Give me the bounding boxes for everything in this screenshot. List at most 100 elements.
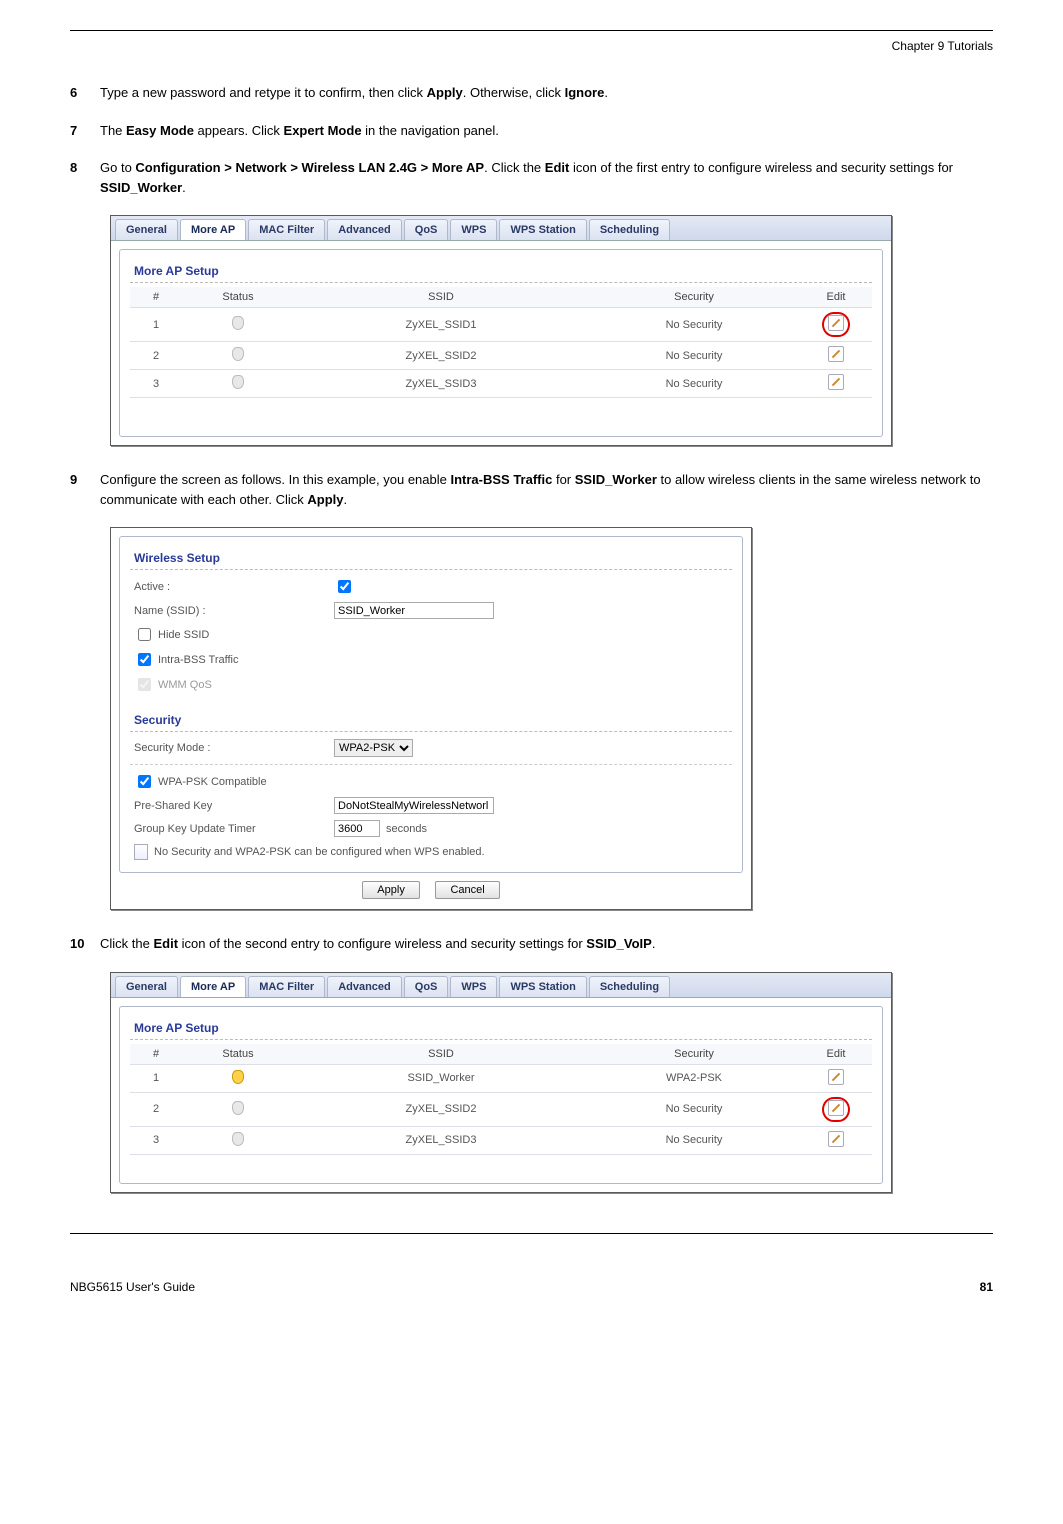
step-text: Go to Configuration > Network > Wireless… — [100, 158, 993, 197]
wmm-checkbox — [138, 678, 151, 691]
name-ssid-label: Name (SSID) : — [134, 605, 334, 617]
active-label: Active : — [134, 581, 334, 593]
table-row: 1 SSID_Worker WPA2-PSK — [130, 1064, 872, 1092]
cell-security: No Security — [588, 1092, 800, 1126]
cell-num: 2 — [130, 342, 182, 370]
tab-qos[interactable]: QoS — [404, 976, 449, 997]
cancel-button[interactable]: Cancel — [435, 881, 499, 899]
cell-security: No Security — [588, 308, 800, 342]
text: Type a new password and retype it to con… — [100, 85, 427, 100]
tab-bar: General More AP MAC Filter Advanced QoS … — [111, 216, 891, 241]
cell-num: 3 — [130, 1126, 182, 1154]
tab-wps-station[interactable]: WPS Station — [499, 219, 586, 240]
text: Click the — [100, 936, 153, 951]
step-text: Configure the screen as follows. In this… — [100, 470, 993, 509]
cell-num: 1 — [130, 1064, 182, 1092]
cell-ssid: ZyXEL_SSID2 — [294, 342, 588, 370]
tab-scheduling[interactable]: Scheduling — [589, 219, 670, 240]
footer-guide: NBG5615 User's Guide — [70, 1280, 195, 1294]
active-checkbox[interactable] — [338, 580, 351, 593]
cell-ssid: SSID_Worker — [294, 1064, 588, 1092]
step-8: 8 Go to Configuration > Network > Wirele… — [70, 158, 993, 197]
security-mode-select[interactable]: WPA2-PSK — [334, 739, 413, 757]
step-text: The Easy Mode appears. Click Expert Mode… — [100, 121, 993, 141]
tab-mac-filter[interactable]: MAC Filter — [248, 976, 325, 997]
tab-wps[interactable]: WPS — [450, 976, 497, 997]
tab-wps[interactable]: WPS — [450, 219, 497, 240]
tab-wps-station[interactable]: WPS Station — [499, 976, 586, 997]
text: . — [182, 180, 186, 195]
step-number: 10 — [70, 934, 100, 954]
col-num: # — [130, 1044, 182, 1065]
tab-general[interactable]: General — [115, 219, 178, 240]
tab-qos[interactable]: QoS — [404, 219, 449, 240]
edit-icon[interactable] — [828, 315, 844, 331]
name-ssid-input[interactable] — [334, 602, 494, 619]
step-10: 10 Click the Edit icon of the second ent… — [70, 934, 993, 954]
bold: SSID_Worker — [100, 180, 182, 195]
text: appears. Click — [194, 123, 284, 138]
note-icon — [134, 844, 148, 860]
cell-ssid: ZyXEL_SSID2 — [294, 1092, 588, 1126]
section-title: More AP Setup — [130, 258, 872, 283]
edit-icon[interactable] — [828, 1131, 844, 1147]
bold: Configuration > Network > Wireless LAN 2… — [135, 160, 484, 175]
col-edit: Edit — [800, 1044, 872, 1065]
bold: Apply — [427, 85, 463, 100]
apply-button[interactable]: Apply — [362, 881, 420, 899]
col-security: Security — [588, 1044, 800, 1065]
cell-ssid: ZyXEL_SSID3 — [294, 1126, 588, 1154]
table-row: 2 ZyXEL_SSID2 No Security — [130, 1092, 872, 1126]
edit-icon[interactable] — [828, 1100, 844, 1116]
step-6: 6 Type a new password and retype it to c… — [70, 83, 993, 103]
intra-bss-label: Intra-BSS Traffic — [158, 654, 239, 666]
psk-label: Pre-Shared Key — [134, 800, 334, 812]
hide-ssid-checkbox[interactable] — [138, 628, 151, 641]
step-number: 6 — [70, 83, 100, 103]
bold: Edit — [545, 160, 570, 175]
tab-more-ap[interactable]: More AP — [180, 219, 246, 240]
text: . — [604, 85, 608, 100]
edit-icon[interactable] — [828, 1069, 844, 1085]
text: in the navigation panel. — [362, 123, 499, 138]
tab-mac-filter[interactable]: MAC Filter — [248, 219, 325, 240]
tab-advanced[interactable]: Advanced — [327, 976, 402, 997]
cell-ssid: ZyXEL_SSID3 — [294, 370, 588, 398]
status-bulb-icon — [232, 1070, 244, 1084]
cell-num: 2 — [130, 1092, 182, 1126]
col-status: Status — [182, 1044, 294, 1065]
group-key-input[interactable] — [334, 820, 380, 837]
text: for — [552, 472, 574, 487]
edit-highlight — [822, 312, 850, 337]
cell-security: No Security — [588, 342, 800, 370]
step-text: Type a new password and retype it to con… — [100, 83, 993, 103]
table-row: 1 ZyXEL_SSID1 No Security — [130, 308, 872, 342]
text: . — [344, 492, 348, 507]
tab-more-ap[interactable]: More AP — [180, 976, 246, 997]
edit-icon[interactable] — [828, 374, 844, 390]
cell-security: No Security — [588, 1126, 800, 1154]
text: . Otherwise, click — [463, 85, 565, 100]
table-row: 2 ZyXEL_SSID2 No Security — [130, 342, 872, 370]
bold: Easy Mode — [126, 123, 194, 138]
screenshot-more-ap-1: General More AP MAC Filter Advanced QoS … — [110, 215, 892, 446]
step-number: 7 — [70, 121, 100, 141]
wpa-psk-compat-checkbox[interactable] — [138, 775, 151, 788]
tab-scheduling[interactable]: Scheduling — [589, 976, 670, 997]
section-title-wireless: Wireless Setup — [130, 545, 732, 570]
cell-ssid: ZyXEL_SSID1 — [294, 308, 588, 342]
note-text: No Security and WPA2-PSK can be configur… — [154, 846, 485, 858]
bold: SSID_Worker — [575, 472, 657, 487]
intra-bss-checkbox[interactable] — [138, 653, 151, 666]
psk-input[interactable] — [334, 797, 494, 814]
tab-advanced[interactable]: Advanced — [327, 219, 402, 240]
text: . Click the — [484, 160, 545, 175]
bold: Ignore — [565, 85, 605, 100]
wpa-psk-compat-label: WPA-PSK Compatible — [158, 776, 267, 788]
status-bulb-icon — [232, 1132, 244, 1146]
col-ssid: SSID — [294, 287, 588, 308]
tab-bar: General More AP MAC Filter Advanced QoS … — [111, 973, 891, 998]
edit-icon[interactable] — [828, 346, 844, 362]
cell-security: No Security — [588, 370, 800, 398]
tab-general[interactable]: General — [115, 976, 178, 997]
